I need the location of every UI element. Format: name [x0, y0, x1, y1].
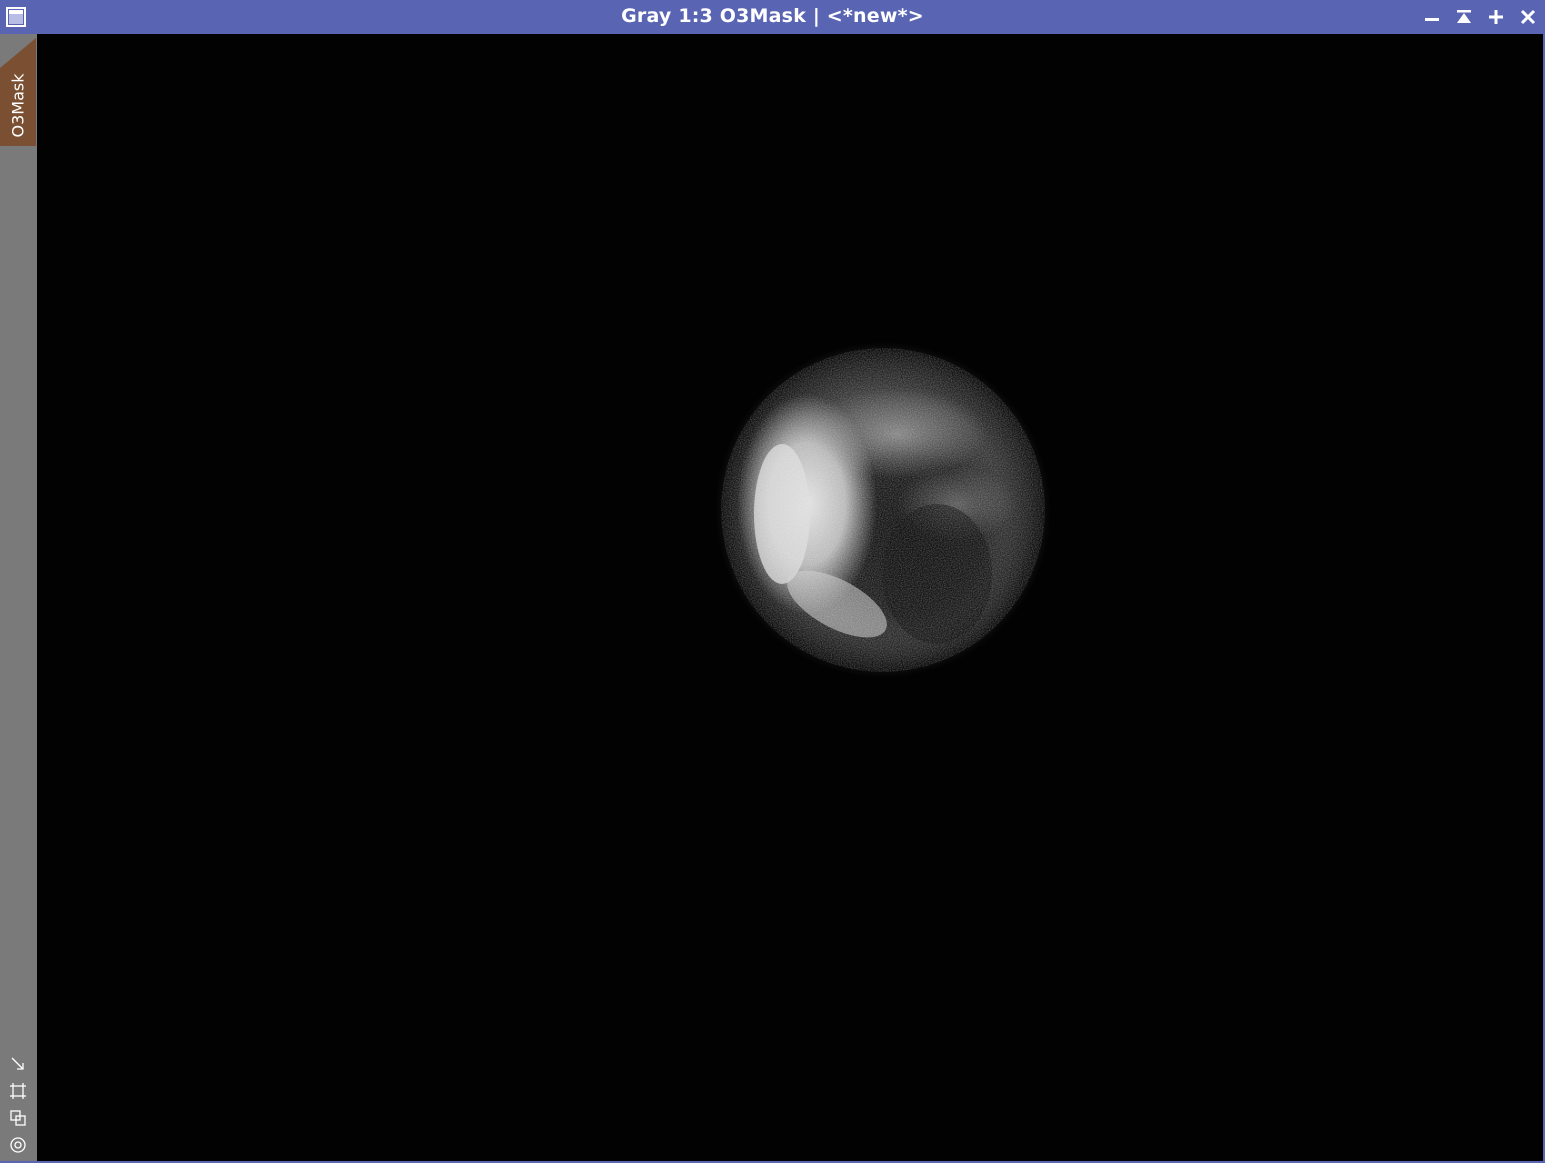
- window-title: Gray 1:3 O3Mask | <*new*>: [621, 5, 924, 27]
- view-tab-label: O3Mask: [8, 73, 28, 137]
- minimize-icon[interactable]: [1421, 6, 1443, 28]
- clone-view-icon[interactable]: [8, 1108, 28, 1128]
- close-icon[interactable]: [1517, 6, 1539, 28]
- target-icon[interactable]: [8, 1135, 28, 1155]
- side-toolbar: [8, 1054, 28, 1155]
- view-tab-label-wrap: O3Mask: [0, 38, 36, 146]
- image-window: Gray 1:3 O3Mask | <*new*> O3Mask: [0, 0, 1545, 1163]
- plus-icon[interactable]: [1485, 6, 1507, 28]
- image-viewport[interactable]: [37, 34, 1543, 1161]
- shade-icon[interactable]: [1453, 6, 1475, 28]
- fit-view-icon[interactable]: [8, 1054, 28, 1074]
- title-bar[interactable]: Gray 1:3 O3Mask | <*new*>: [0, 0, 1545, 34]
- window-controls: [1421, 6, 1539, 28]
- view-sidebar: O3Mask: [0, 34, 37, 1161]
- zoom-to-fit-icon[interactable]: [8, 1081, 28, 1101]
- nebula-image: [37, 34, 1543, 1161]
